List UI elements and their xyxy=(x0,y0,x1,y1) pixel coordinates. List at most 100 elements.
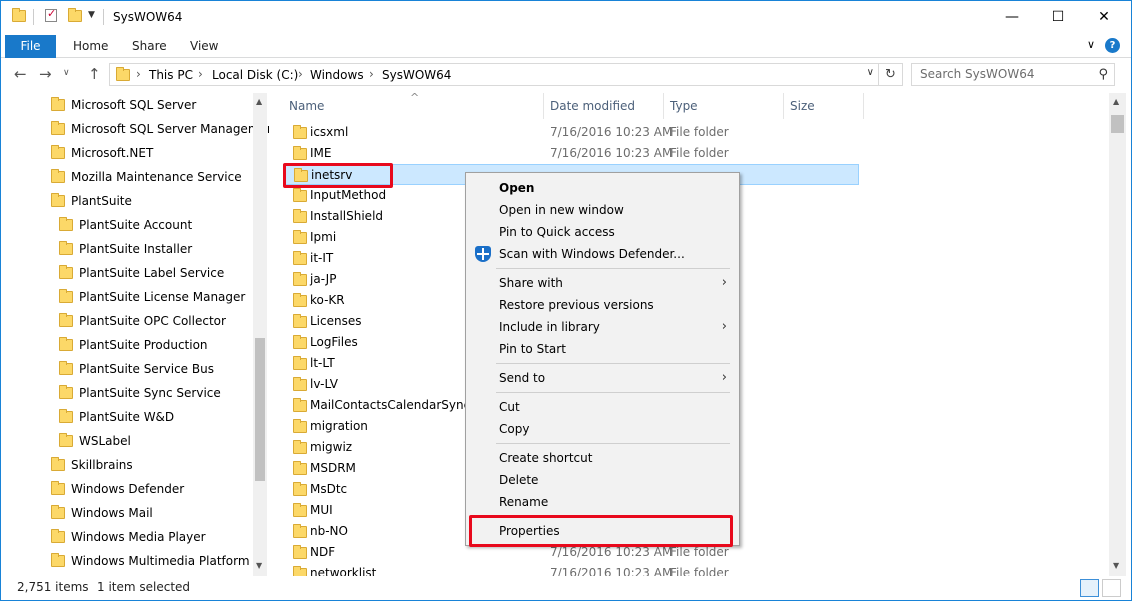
tree-item-label: PlantSuite Installer xyxy=(79,242,193,256)
menu-item-label: Send to xyxy=(499,371,546,385)
navigation-pane-scrollbar[interactable]: ▲ ▼ xyxy=(253,93,267,576)
file-row[interactable]: networklist 7/16/2016 10:23 AM File folder xyxy=(283,563,859,576)
refresh-button[interactable]: ↻ xyxy=(879,63,903,86)
column-divider[interactable] xyxy=(663,93,664,119)
forward-button[interactable]: → xyxy=(39,65,52,83)
menu-item-label: Create shortcut xyxy=(499,451,593,465)
folder-icon xyxy=(116,67,130,81)
file-row[interactable]: IME 7/16/2016 10:23 AM File folder xyxy=(283,143,859,164)
search-box[interactable]: ⚲ xyxy=(911,63,1115,86)
file-name: MailContactsCalendarSync xyxy=(310,398,471,412)
folder-icon xyxy=(59,409,73,423)
column-divider[interactable] xyxy=(863,93,864,119)
breadcrumb-syswow64[interactable]: SysWOW64 xyxy=(382,68,451,82)
help-icon[interactable]: ? xyxy=(1105,38,1120,53)
menu-item-label: Scan with Windows Defender... xyxy=(499,247,685,261)
breadcrumb-this-pc[interactable]: This PC xyxy=(149,68,193,82)
back-button[interactable]: ← xyxy=(14,65,27,83)
breadcrumb-windows[interactable]: Windows xyxy=(310,68,364,82)
menu-item-label: Cut xyxy=(499,400,520,414)
search-icon[interactable]: ⚲ xyxy=(1098,67,1108,82)
tab-view[interactable]: View xyxy=(190,35,218,58)
file-name: icsxml xyxy=(310,125,349,139)
file-row[interactable]: icsxml 7/16/2016 10:23 AM File folder xyxy=(283,122,859,143)
folder-icon xyxy=(59,313,73,327)
properties-icon[interactable] xyxy=(45,7,57,22)
menu-item-label: Copy xyxy=(499,422,530,436)
file-name: MUI xyxy=(310,503,333,517)
context-menu: Open Open in new window Pin to Quick acces… xyxy=(465,172,740,546)
file-name: migwiz xyxy=(310,440,353,454)
tab-file[interactable]: File xyxy=(5,35,56,58)
folder-icon xyxy=(59,241,73,255)
menu-item-include-in-library[interactable]: Include in library › xyxy=(466,316,739,338)
folder-icon xyxy=(59,289,73,303)
file-name: LogFiles xyxy=(310,335,358,349)
tree-item-label: PlantSuite Service Bus xyxy=(79,362,214,376)
breadcrumb-separator[interactable]: › xyxy=(298,67,303,81)
menu-item-pin-to-quick-access[interactable]: Pin to Quick access xyxy=(466,221,739,243)
file-type: File folder xyxy=(670,146,729,160)
breadcrumb-separator[interactable]: › xyxy=(136,67,141,81)
scroll-up-icon[interactable]: ▲ xyxy=(1113,97,1119,106)
search-input[interactable] xyxy=(920,67,1090,81)
new-folder-icon[interactable] xyxy=(68,8,82,22)
menu-item-restore-previous-versions[interactable]: Restore previous versions xyxy=(466,294,739,316)
menu-item-share-with[interactable]: Share with › xyxy=(466,272,739,294)
address-dropdown-icon[interactable]: ∨ xyxy=(867,67,874,78)
menu-item-open-in-new-window[interactable]: Open in new window xyxy=(466,199,739,221)
tree-item-label: PlantSuite Account xyxy=(79,218,193,232)
menu-separator xyxy=(496,363,730,364)
breadcrumb-local-disk[interactable]: Local Disk (C:) xyxy=(212,68,298,82)
breadcrumb-separator[interactable]: › xyxy=(198,67,203,81)
column-divider[interactable] xyxy=(783,93,784,119)
minimize-button[interactable]: — xyxy=(989,1,1035,33)
folder-icon xyxy=(293,377,307,391)
column-header-date-modified[interactable]: Date modified xyxy=(550,93,635,119)
menu-item-cut[interactable]: Cut xyxy=(466,396,739,418)
file-name: Ipmi xyxy=(310,230,337,244)
column-header-type[interactable]: Type xyxy=(670,93,698,119)
folder-icon xyxy=(293,230,307,244)
menu-item-scan-with-windows-defender[interactable]: Scan with Windows Defender... xyxy=(466,243,739,265)
status-bar: 2,751 items 1 item selected xyxy=(1,576,1131,600)
recent-locations-icon[interactable]: ∨ xyxy=(63,68,70,78)
submenu-arrow-icon: › xyxy=(721,370,727,385)
customize-quick-access-icon[interactable]: ▼ xyxy=(88,10,95,20)
address-bar[interactable]: › This PC › Local Disk (C:) › Windows › … xyxy=(109,63,879,86)
menu-item-rename[interactable]: Rename xyxy=(466,491,739,513)
menu-item-create-shortcut[interactable]: Create shortcut xyxy=(466,447,739,469)
column-header-name[interactable]: Name xyxy=(289,93,324,119)
expand-ribbon-icon[interactable]: ∨ xyxy=(1087,38,1095,51)
tree-item-label: PlantSuite xyxy=(71,194,132,208)
tree-item-label: PlantSuite OPC Collector xyxy=(79,314,226,328)
scrollbar-thumb[interactable] xyxy=(255,338,265,481)
tab-share[interactable]: Share xyxy=(132,35,167,58)
menu-item-delete[interactable]: Delete xyxy=(466,469,739,491)
menu-item-open[interactable]: Open xyxy=(466,177,739,199)
file-name: NDF xyxy=(310,545,336,559)
close-button[interactable]: ✕ xyxy=(1081,1,1127,33)
menu-item-copy[interactable]: Copy xyxy=(466,418,739,440)
large-icons-view-button[interactable] xyxy=(1102,579,1121,597)
highlight-box-properties xyxy=(469,515,733,547)
scroll-up-icon[interactable]: ▲ xyxy=(256,97,262,106)
breadcrumb-separator[interactable]: › xyxy=(369,67,374,81)
column-divider[interactable] xyxy=(543,93,544,119)
scrollbar-thumb[interactable] xyxy=(1111,115,1124,133)
folder-icon xyxy=(293,440,307,454)
file-list-scrollbar[interactable]: ▲ ▼ xyxy=(1109,93,1126,576)
menu-item-send-to[interactable]: Send to › xyxy=(466,367,739,389)
scroll-down-icon[interactable]: ▼ xyxy=(1113,561,1119,570)
details-view-button[interactable] xyxy=(1080,579,1099,597)
folder-icon xyxy=(12,8,26,22)
tab-home[interactable]: Home xyxy=(73,35,108,58)
tree-item-label: Windows Multimedia Platform xyxy=(71,554,250,568)
maximize-button[interactable]: ☐ xyxy=(1035,1,1081,33)
menu-item-label: Delete xyxy=(499,473,539,487)
menu-item-pin-to-start[interactable]: Pin to Start xyxy=(466,338,739,360)
highlight-box-selected-folder xyxy=(283,163,393,188)
scroll-down-icon[interactable]: ▼ xyxy=(256,561,262,570)
column-header-size[interactable]: Size xyxy=(790,93,815,119)
up-button[interactable]: ↑ xyxy=(88,65,101,83)
